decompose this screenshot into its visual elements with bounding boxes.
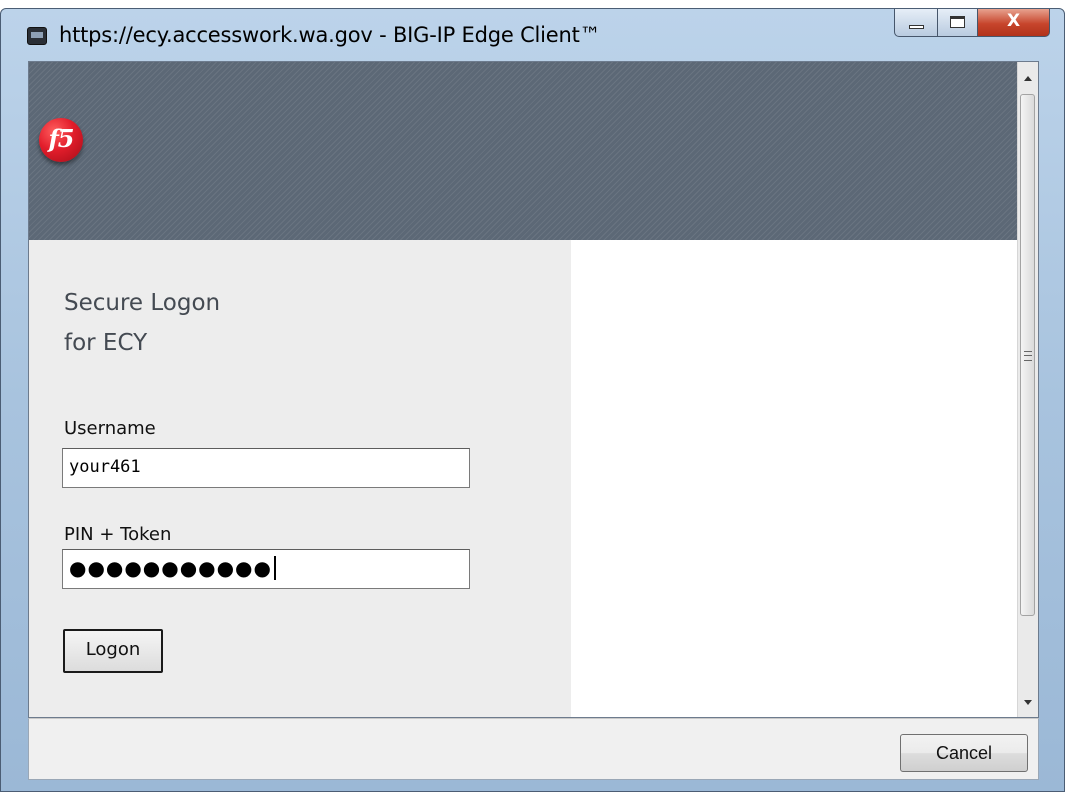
scrollbar-grip-icon xyxy=(1024,351,1032,361)
f5-logo: f5 xyxy=(39,118,83,162)
logon-button[interactable]: Logon xyxy=(63,629,163,673)
text-caret xyxy=(273,556,276,580)
vertical-scrollbar[interactable] xyxy=(1017,62,1038,717)
heading-line-1: Secure Logon xyxy=(64,290,221,316)
web-content-area: f5 Secure Logon for ECY Username your461… xyxy=(28,61,1039,718)
minimize-button[interactable] xyxy=(894,9,938,37)
close-icon: X xyxy=(1006,11,1021,31)
dialog-footer: Cancel xyxy=(28,718,1039,780)
username-input[interactable]: your461 xyxy=(62,448,470,488)
pin-token-input[interactable]: ●●●●●●●●●●● xyxy=(62,549,470,589)
cancel-button[interactable]: Cancel xyxy=(900,734,1028,772)
username-label: Username xyxy=(64,418,156,439)
title-bar[interactable]: https://ecy.accesswork.wa.gov - BIG-IP E… xyxy=(1,9,1064,61)
close-button[interactable]: X xyxy=(978,9,1050,37)
maximize-button[interactable] xyxy=(938,9,978,37)
logo-text: f5 xyxy=(48,124,74,153)
scrollbar-thumb[interactable] xyxy=(1020,94,1035,616)
edge-client-window: https://ecy.accesswork.wa.gov - BIG-IP E… xyxy=(0,8,1065,792)
app-window-icon[interactable] xyxy=(27,27,47,45)
heading-line-2: for ECY xyxy=(64,330,148,356)
pin-token-label: PIN + Token xyxy=(64,524,172,545)
window-title: https://ecy.accesswork.wa.gov - BIG-IP E… xyxy=(59,23,601,47)
logon-panel: Secure Logon for ECY Username your461 PI… xyxy=(29,240,571,717)
pin-masked-value: ●●●●●●●●●●● xyxy=(69,556,272,580)
window-controls: X xyxy=(894,9,1050,37)
logon-heading: Secure Logon for ECY xyxy=(64,283,220,363)
header-banner: f5 xyxy=(29,62,1019,240)
scroll-up-arrow-icon[interactable] xyxy=(1018,68,1038,90)
right-blank-panel xyxy=(571,240,1019,717)
scroll-down-arrow-icon[interactable] xyxy=(1018,691,1038,713)
